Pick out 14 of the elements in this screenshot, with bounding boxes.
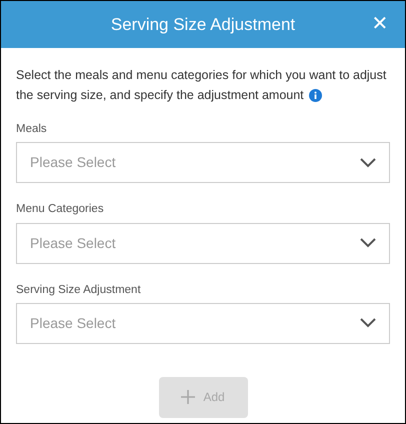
close-button[interactable]: ✕ <box>367 11 393 37</box>
plus-icon <box>181 390 196 404</box>
info-icon[interactable] <box>308 89 322 102</box>
select-field[interactable]: Please Select <box>16 142 390 184</box>
field-label: Menu Categories <box>16 202 105 218</box>
chevron-down-icon <box>360 158 376 168</box>
chevron-down-icon <box>360 318 376 328</box>
field-label: Meals <box>16 122 48 137</box>
select-field[interactable]: Please Select <box>16 222 390 264</box>
field-label: Serving Size Adjustment <box>16 282 142 298</box>
instructions-text: Select the meals and menu categories for which you want to adjust the serving size, and specify the adjustment amount <box>16 67 388 104</box>
dialog-title: Serving Size Adjustment <box>110 14 296 36</box>
chevron-down-icon <box>360 238 376 248</box>
select-field[interactable]: Please Select <box>16 302 390 344</box>
